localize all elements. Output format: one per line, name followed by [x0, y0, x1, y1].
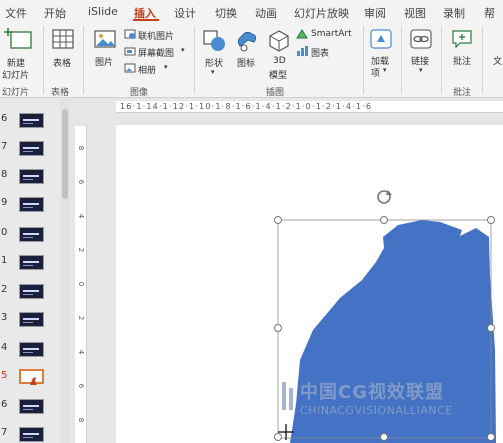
watermark-logo	[282, 382, 293, 410]
watermark: 中国CG视效联盟 CHINACGVISIONALLIANCE	[282, 378, 453, 417]
watermark-subtitle: CHINACGVISIONALLIANCE	[300, 404, 453, 417]
resize-handle-top-left[interactable]	[274, 216, 282, 224]
slide-shape-layer	[274, 190, 496, 443]
resize-handle-bottom-left[interactable]	[274, 433, 282, 441]
resize-handle-left[interactable]	[274, 324, 282, 332]
watermark-title: 中国CG视效联盟	[300, 382, 444, 403]
rotate-handle[interactable]	[377, 190, 392, 204]
resize-handle-bottom[interactable]	[380, 433, 388, 441]
resize-handle-right[interactable]	[487, 324, 495, 332]
resize-handle-bottom-right[interactable]	[487, 433, 495, 441]
resize-handle-top-right[interactable]	[487, 216, 495, 224]
resize-handle-top[interactable]	[380, 216, 388, 224]
